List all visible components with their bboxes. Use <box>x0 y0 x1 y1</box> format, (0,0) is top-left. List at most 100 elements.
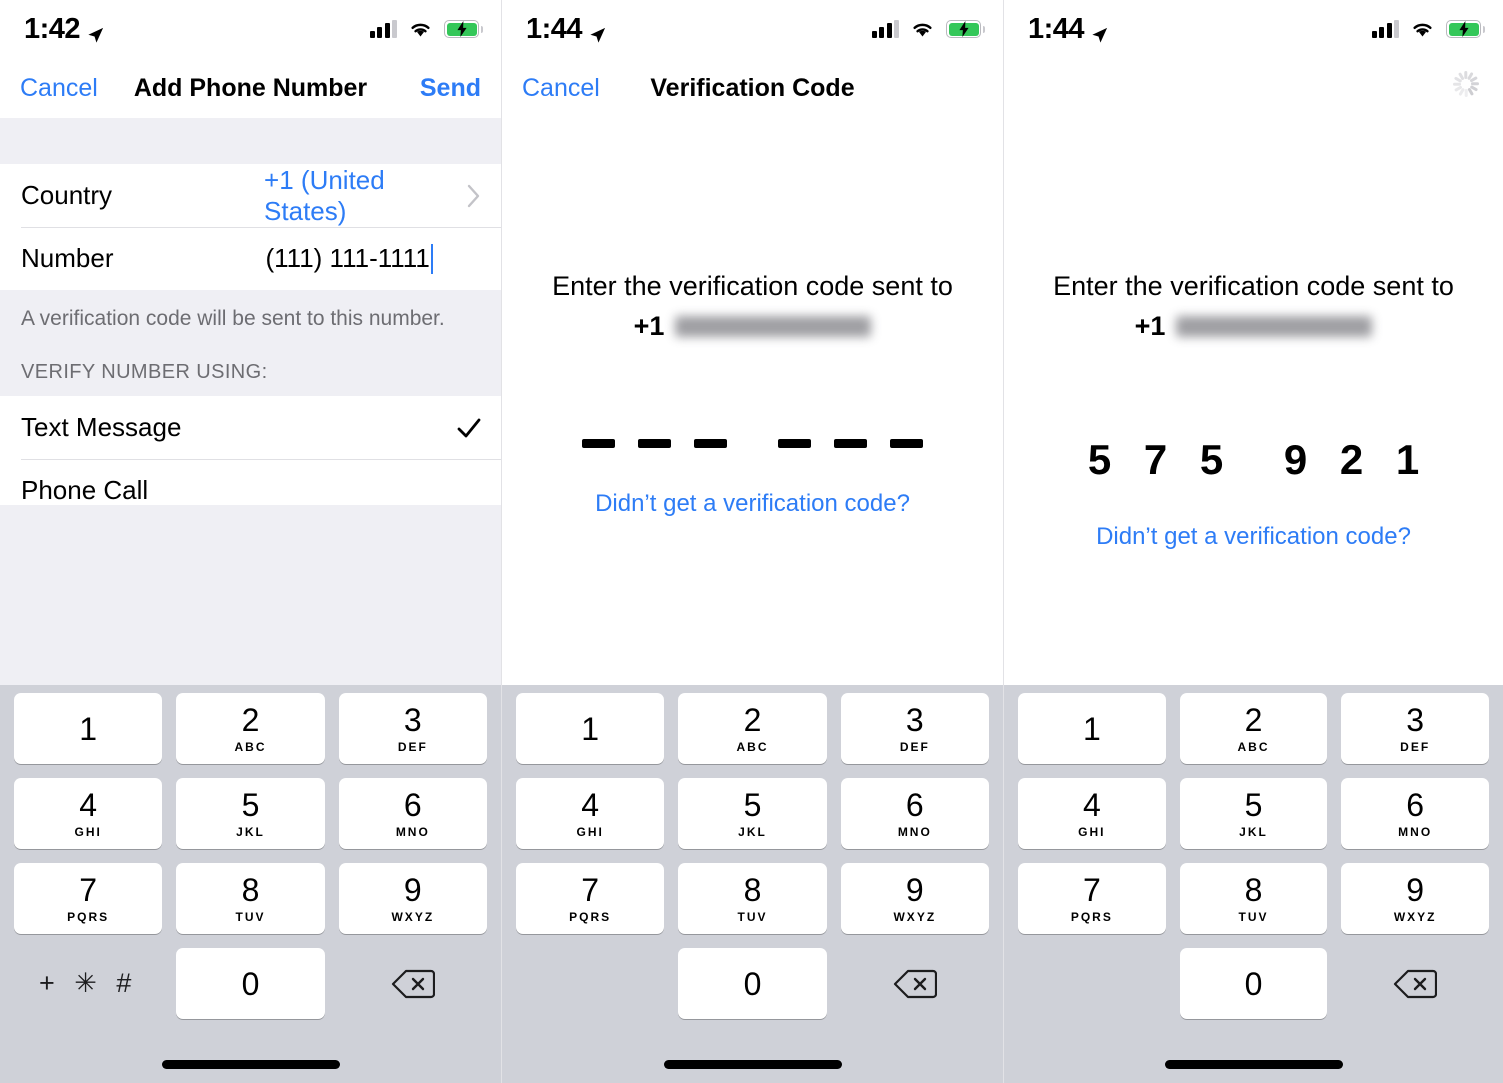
key-8[interactable]: 8 TUV <box>1179 863 1328 934</box>
key-digit: 8 <box>1244 871 1263 908</box>
cancel-button[interactable]: Cancel <box>20 74 98 103</box>
key-digit: 6 <box>403 786 422 823</box>
backspace-icon <box>893 968 937 1000</box>
code-slot-6 <box>879 439 935 448</box>
key-8[interactable]: 8 TUV <box>678 863 827 934</box>
battery-charging-icon <box>444 20 483 38</box>
cancel-button[interactable]: Cancel <box>522 74 600 103</box>
key-digit: 2 <box>1244 701 1263 738</box>
key-letters: WXYZ <box>391 909 435 924</box>
key-9[interactable]: 9 WXYZ <box>1341 863 1490 934</box>
key-letters: ABC <box>736 739 769 754</box>
key-7[interactable]: 7 PQRS <box>516 863 665 934</box>
key-5[interactable]: 5 JKL <box>176 778 325 849</box>
key-digit: 2 <box>743 701 762 738</box>
code-slot-4: 9 <box>1283 435 1308 483</box>
key-0[interactable]: 0 <box>678 948 827 1019</box>
key-digit: 0 <box>743 965 762 1002</box>
key-digit: 7 <box>79 871 98 908</box>
location-arrow-icon <box>588 20 607 43</box>
key-digit: 3 <box>1406 701 1425 738</box>
number-row[interactable]: Number (111) 111-1111 <box>0 227 501 290</box>
key-backspace[interactable] <box>1341 948 1489 1019</box>
key-3[interactable]: 3 DEF <box>338 693 487 764</box>
key-digit: 7 <box>1082 871 1101 908</box>
key-digit: 8 <box>743 871 762 908</box>
country-code: +1 <box>633 310 665 341</box>
key-0[interactable]: 0 <box>1179 948 1328 1019</box>
backspace-icon <box>1393 968 1438 1000</box>
key-5[interactable]: 5 JKL <box>678 778 827 849</box>
key-0[interactable]: 0 <box>176 948 325 1019</box>
key-4[interactable]: 4 GHI <box>14 778 163 849</box>
country-row[interactable]: Country +1 (United States) <box>0 164 501 227</box>
key-8[interactable]: 8 TUV <box>176 863 325 934</box>
send-button[interactable]: Send <box>420 74 481 103</box>
key-letters: GHI <box>74 824 102 839</box>
key-letters: PQRS <box>67 909 110 924</box>
resend-code-link[interactable]: Didn’t get a verification code? <box>1004 523 1503 551</box>
key-letters: TUV <box>1238 909 1269 924</box>
code-slot-5 <box>823 439 879 448</box>
status-time: 1:44 <box>1028 12 1085 45</box>
key-2[interactable]: 2 ABC <box>176 693 325 764</box>
wifi-icon <box>408 20 433 38</box>
key-digit: 1 <box>581 710 600 747</box>
country-value: +1 (United States) <box>264 164 385 226</box>
navigation-bar: Cancel Add Phone Number Send <box>0 58 501 118</box>
verification-content: Enter the verification code sent to +1 5… <box>1004 118 1503 551</box>
key-digit: 6 <box>905 786 924 823</box>
key-5[interactable]: 5 JKL <box>1179 778 1328 849</box>
key-letters: GHI <box>576 824 604 839</box>
number-input[interactable]: (111) 111-1111 <box>265 243 429 274</box>
key-1[interactable]: 1 <box>516 693 665 764</box>
redacted-phone-number <box>1176 315 1373 337</box>
key-3[interactable]: 3 DEF <box>1341 693 1490 764</box>
key-letters: DEF <box>899 739 930 754</box>
status-time: 1:44 <box>526 12 583 45</box>
key-2[interactable]: 2 ABC <box>1179 693 1328 764</box>
key-symbols[interactable]: + ✳ # <box>14 948 162 1019</box>
keypad-row-3: 7 PQRS 8 TUV 9 WXYZ <box>509 863 996 934</box>
numeric-keypad: 1 2 ABC 3 DEF 4 GHI 5 JKL 6 MNO 7 PQRS 8 TUV 9W… <box>0 685 501 1083</box>
resend-code-link[interactable]: Didn’t get a verification code? <box>502 490 1003 518</box>
code-slot-5: 2 <box>1339 435 1364 483</box>
screen-add-phone-number: 1:42 Cancel Add Phone Number Send Countr… <box>0 0 501 1083</box>
keypad-row-1: 1 2 ABC 3 DEF <box>509 693 996 764</box>
backspace-icon <box>391 968 435 1000</box>
keypad-row-3: 7 PQRS 8 TUV 9 WXYZ <box>7 863 494 934</box>
key-9[interactable]: 9 WXYZ <box>840 863 989 934</box>
key-4[interactable]: 4 GHI <box>1018 778 1166 849</box>
key-6[interactable]: 6 MNO <box>338 778 487 849</box>
code-display-filled[interactable]: 5 7 5 9 2 1 <box>1004 435 1503 483</box>
verify-method-section-header: VERIFY NUMBER USING: <box>0 331 501 396</box>
key-letters: MNO <box>395 824 430 839</box>
key-1[interactable]: 1 <box>14 693 163 764</box>
key-2[interactable]: 2 ABC <box>678 693 827 764</box>
code-slot-4 <box>767 439 823 448</box>
key-1[interactable]: 1 <box>1018 693 1166 764</box>
key-7[interactable]: 7 PQRS <box>1018 863 1166 934</box>
option-text-message[interactable]: Text Message <box>0 396 501 459</box>
keypad-row-4: 0 <box>1011 948 1496 1019</box>
verification-prompt: Enter the verification code sent to <box>552 271 953 301</box>
verification-phone-line: +1 <box>1004 311 1503 342</box>
key-letters: WXYZ <box>1393 909 1437 924</box>
verify-method-list: Text Message Phone Call <box>0 396 501 522</box>
chevron-right-icon <box>467 184 481 208</box>
key-9[interactable]: 9 WXYZ <box>338 863 487 934</box>
key-digit: 1 <box>79 710 98 747</box>
key-empty-slot <box>516 948 664 1019</box>
key-6[interactable]: 6 MNO <box>840 778 989 849</box>
key-3[interactable]: 3 DEF <box>840 693 989 764</box>
key-digit: 4 <box>581 786 600 823</box>
key-6[interactable]: 6 MNO <box>1341 778 1490 849</box>
key-7[interactable]: 7 PQRS <box>14 863 163 934</box>
code-display-empty[interactable] <box>502 439 1003 448</box>
key-digit: 0 <box>241 965 260 1002</box>
key-backspace[interactable] <box>339 948 487 1019</box>
key-backspace[interactable] <box>841 948 989 1019</box>
code-slot-1 <box>571 439 627 448</box>
key-4[interactable]: 4 GHI <box>516 778 665 849</box>
status-indicators <box>871 20 985 38</box>
